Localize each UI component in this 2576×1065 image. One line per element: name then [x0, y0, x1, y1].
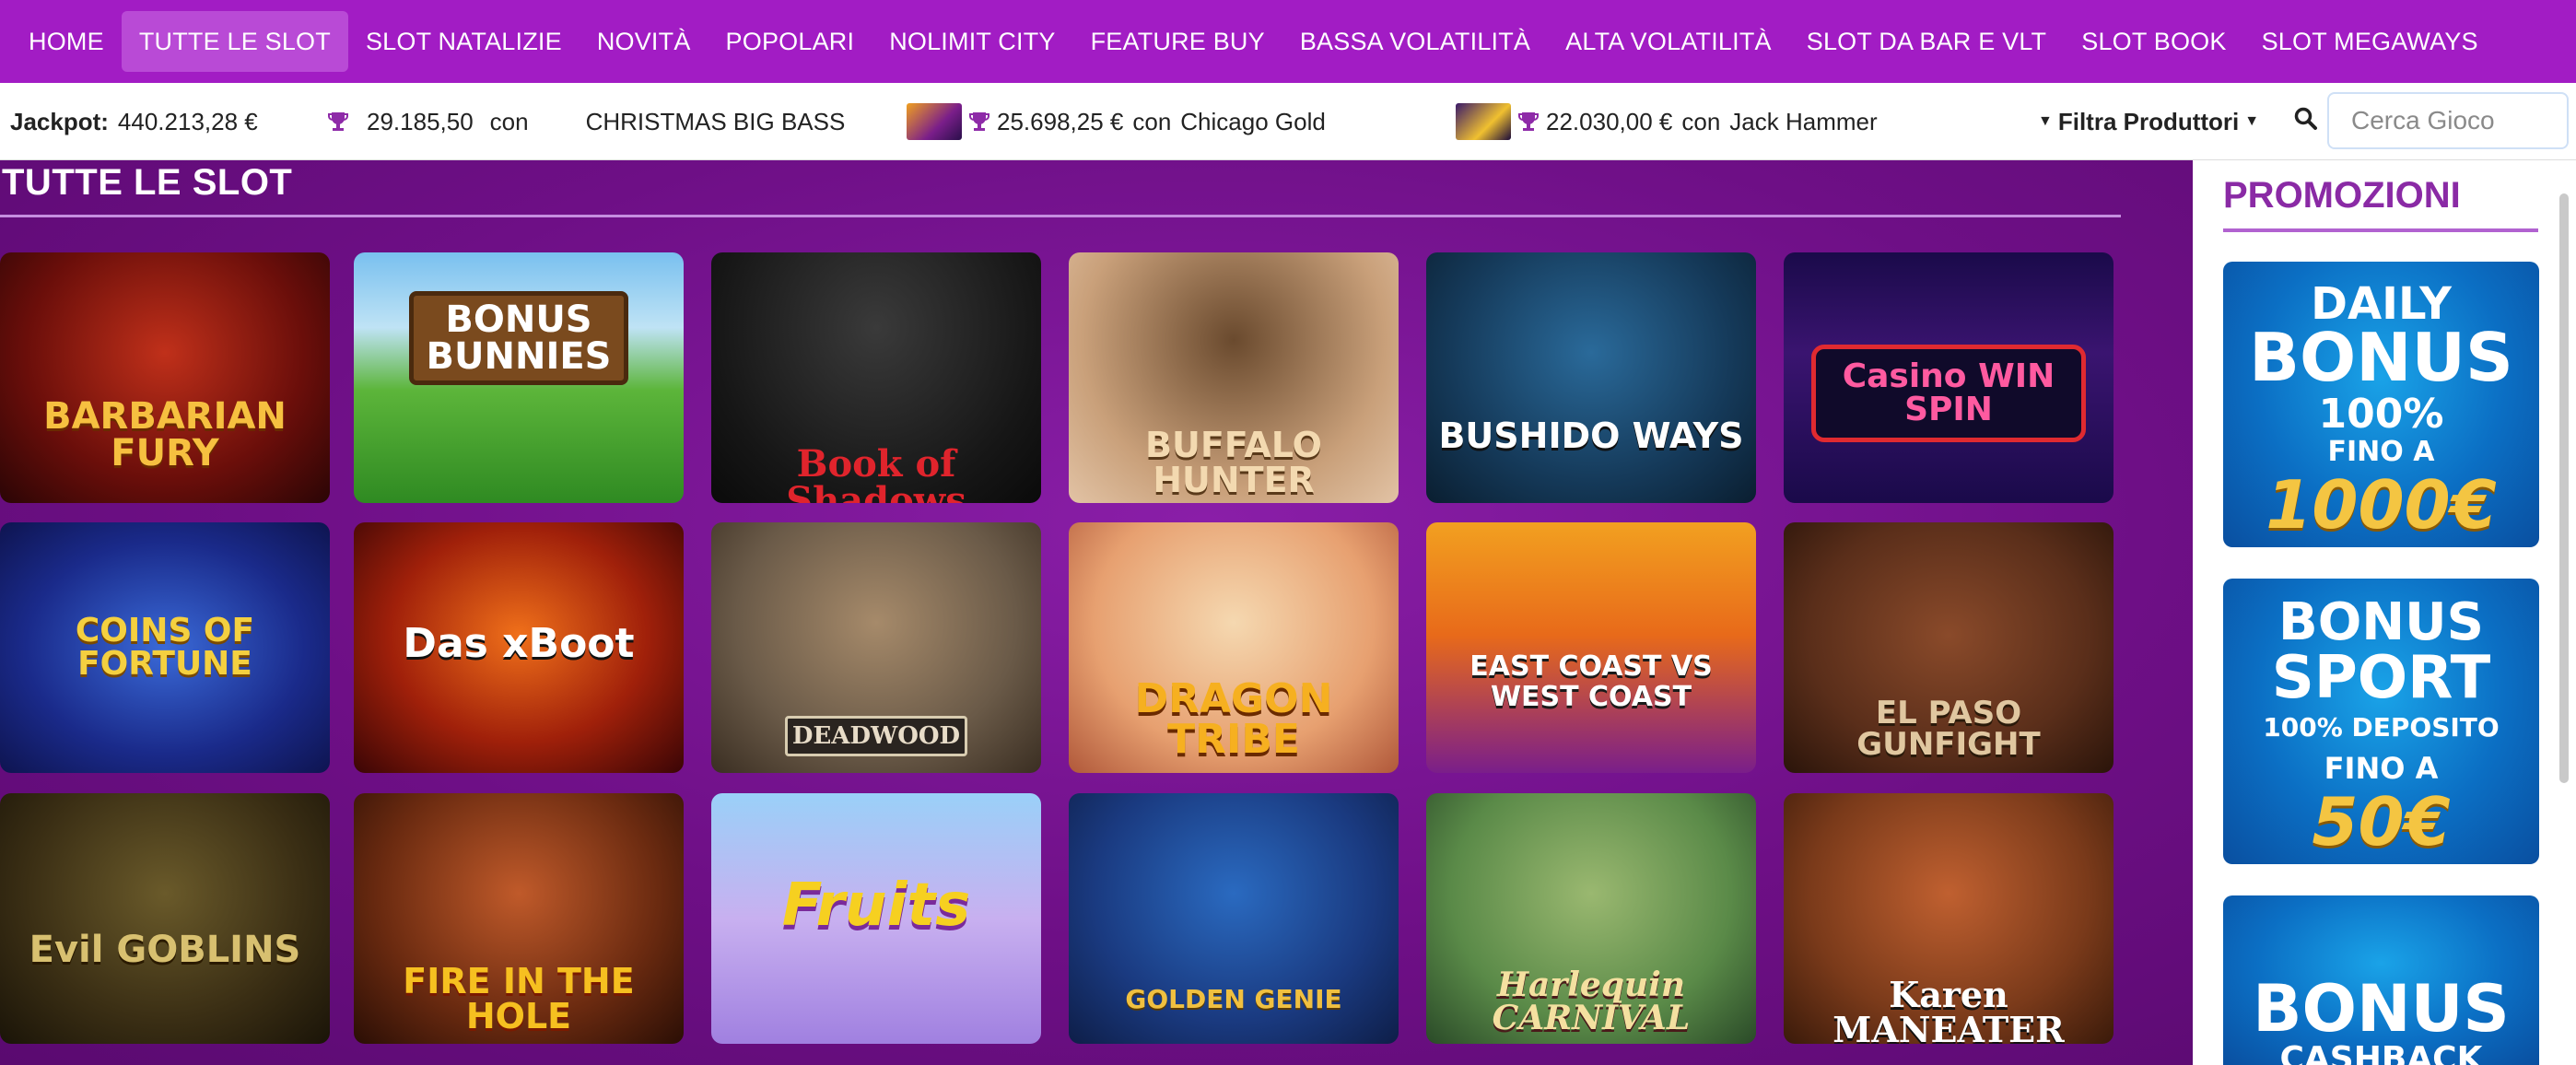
- promo-bonus-cashback[interactable]: BONUS CASHBACK: [2223, 895, 2539, 1065]
- game-tile-deadwood[interactable]: DEADWOOD: [711, 522, 1041, 773]
- promo-daily-bonus[interactable]: DAILY BONUS 100% FINO A 1000€: [2223, 262, 2539, 547]
- win-game[interactable]: Jack Hammer: [1729, 108, 1877, 136]
- game-tile-fruits[interactable]: Fruits: [711, 793, 1041, 1044]
- filter-producers-dropdown[interactable]: ▼ Filtra Produttori ▼: [2032, 83, 2265, 160]
- caret-down-icon: ▼: [2244, 113, 2260, 129]
- win-con: con: [489, 107, 529, 135]
- game-title: Casino WIN SPIN: [1811, 345, 2086, 442]
- game-title: BUSHIDO WAYS: [1438, 415, 1744, 456]
- nav-nolimit-city[interactable]: NOLIMIT CITY: [872, 11, 1072, 72]
- win-amount: 25.698,25 €: [997, 107, 1124, 135]
- promotions-divider: [2223, 228, 2538, 232]
- game-tile-evil-goblins[interactable]: Evil GOBLINS: [0, 793, 330, 1044]
- nav-bassa-volatilita[interactable]: BASSA VOLATILITÀ: [1282, 11, 1548, 72]
- game-tile-east-coast-vs-west-coast[interactable]: EAST COAST VS WEST COAST: [1426, 522, 1756, 773]
- win-amount: 29.185,50: [367, 107, 474, 135]
- nav-popolari[interactable]: POPOLARI: [708, 11, 872, 72]
- promo-line: FINO A: [2327, 436, 2435, 468]
- game-title: BARBARIAN FURY: [43, 395, 287, 474]
- game-tile-fire-in-the-hole[interactable]: FIRE IN THE HOLE: [354, 793, 684, 1044]
- win-amount: 22.030,00 €: [1546, 107, 1673, 135]
- promo-line: BONUS: [2253, 971, 2510, 1047]
- nav-slot-da-bar-e-vlt[interactable]: SLOT DA BAR E VLT: [1789, 11, 2065, 72]
- game-title: Fruits: [781, 872, 971, 940]
- game-thumbnail[interactable]: [1456, 103, 1511, 140]
- game-title: EL PASO GUNFIGHT: [1856, 695, 2041, 763]
- nav-slot-natalizie[interactable]: SLOT NATALIZIE: [348, 11, 580, 72]
- game-tile-coins-of-fortune[interactable]: COINS OF FORTUNE: [0, 522, 330, 773]
- game-tile-el-paso-gunfight[interactable]: EL PASO GUNFIGHT: [1784, 522, 2113, 773]
- nav-novita[interactable]: NOVITÀ: [580, 11, 708, 72]
- trophy-icon: [328, 111, 348, 133]
- game-title: COINS OF FORTUNE: [75, 612, 255, 683]
- game-tile-harlequin-carnival[interactable]: Harlequin CARNIVAL: [1426, 793, 1756, 1044]
- promo-line: SPORT: [2271, 644, 2491, 712]
- game-tile-bonus-bunnies[interactable]: BONUS BUNNIES: [354, 252, 684, 503]
- win-entry: 25.698,25 € con Chicago Gold: [907, 83, 1326, 160]
- search-input[interactable]: [2327, 92, 2569, 149]
- win-con: con: [1132, 107, 1172, 135]
- nav-slot-megaways[interactable]: SLOT MEGAWAYS: [2244, 11, 2496, 72]
- game-tile-casino-win-spin[interactable]: Casino WIN SPIN: [1784, 252, 2113, 503]
- promo-line: FINO A: [2324, 751, 2439, 786]
- promo-line: 100% DEPOSITO: [2263, 712, 2500, 743]
- promo-amount: 50€: [2312, 783, 2451, 860]
- trophy-icon: [969, 111, 989, 133]
- game-title: Das xBoot: [403, 620, 635, 667]
- win-entry: 29.185,50 con CHRISTMAS BIG BASS: [328, 83, 845, 160]
- game-title: Book of Shadows: [786, 442, 966, 504]
- game-title: Evil GOBLINS: [29, 929, 301, 971]
- section-title: TUTTE LE SLOT: [2, 162, 293, 203]
- game-tile-barbarian-fury[interactable]: BARBARIAN FURY: [0, 252, 330, 503]
- game-tile-golden-genie[interactable]: GOLDEN GENIE: [1069, 793, 1399, 1044]
- jackpot-display: Jackpot: 440.213,28 €: [10, 83, 258, 160]
- nav-home[interactable]: HOME: [11, 11, 122, 72]
- nav-feature-buy[interactable]: FEATURE BUY: [1073, 11, 1282, 72]
- win-game[interactable]: CHRISTMAS BIG BASS: [586, 108, 846, 136]
- nav-slot-book[interactable]: SLOT BOOK: [2064, 11, 2243, 72]
- game-title: EAST COAST VS WEST COAST: [1469, 650, 1713, 713]
- game-title: BUFFALO HUNTER: [1145, 425, 1322, 500]
- jackpot-value: 440.213,28 €: [117, 107, 258, 135]
- game-title: DEADWOOD: [785, 716, 967, 756]
- game-title: Harlequin CARNIVAL: [1492, 966, 1691, 1037]
- promo-line: BONUS: [2278, 592, 2484, 652]
- jackpot-label: Jackpot:: [10, 107, 109, 135]
- game-tile-karen-maneater[interactable]: Karen MANEATER: [1784, 793, 2113, 1044]
- promo-line: CASHBACK: [2279, 1040, 2483, 1065]
- promo-amount: 1000€: [2266, 466, 2497, 544]
- search-icon[interactable]: [2294, 107, 2318, 131]
- game-thumbnail[interactable]: [907, 103, 962, 140]
- game-tile-dragon-tribe[interactable]: DRAGON TRIBE: [1069, 522, 1399, 773]
- promo-line: 100%: [2318, 391, 2444, 438]
- win-con: con: [1681, 107, 1721, 135]
- section-divider: [0, 215, 2121, 217]
- promotions-title: PROMOZIONI: [2223, 175, 2461, 216]
- nav-tutte-le-slot[interactable]: TUTTE LE SLOT: [121, 11, 348, 72]
- caret-down-icon: ▼: [2038, 113, 2053, 129]
- game-title: DRAGON TRIBE: [1134, 675, 1333, 763]
- game-title: BONUS BUNNIES: [409, 291, 628, 385]
- top-navigation: HOME TUTTE LE SLOT SLOT NATALIZIE NOVITÀ…: [0, 0, 2576, 83]
- win-game[interactable]: Chicago Gold: [1180, 108, 1326, 136]
- promo-bonus-sport[interactable]: BONUS SPORT 100% DEPOSITO FINO A 50€: [2223, 579, 2539, 864]
- trophy-icon: [1518, 111, 1539, 133]
- game-title: Karen MANEATER: [1832, 974, 2065, 1045]
- filter-label: Filtra Produttori: [2057, 107, 2240, 135]
- sidebar-scrollbar[interactable]: [2559, 193, 2569, 783]
- game-title: FIRE IN THE HOLE: [403, 961, 635, 1036]
- nav-alta-volatilita[interactable]: ALTA VOLATILITÀ: [1548, 11, 1789, 72]
- game-tile-das-xboot[interactable]: Das xBoot: [354, 522, 684, 773]
- game-tile-bushido-ways[interactable]: BUSHIDO WAYS: [1426, 252, 1756, 503]
- game-tile-buffalo-hunter[interactable]: BUFFALO HUNTER: [1069, 252, 1399, 503]
- win-entry: 22.030,00 € con Jack Hammer: [1456, 83, 1878, 160]
- promo-line: BONUS: [2249, 319, 2513, 396]
- game-title: GOLDEN GENIE: [1125, 984, 1342, 1014]
- game-tile-book-of-shadows[interactable]: Book of Shadows: [711, 252, 1041, 503]
